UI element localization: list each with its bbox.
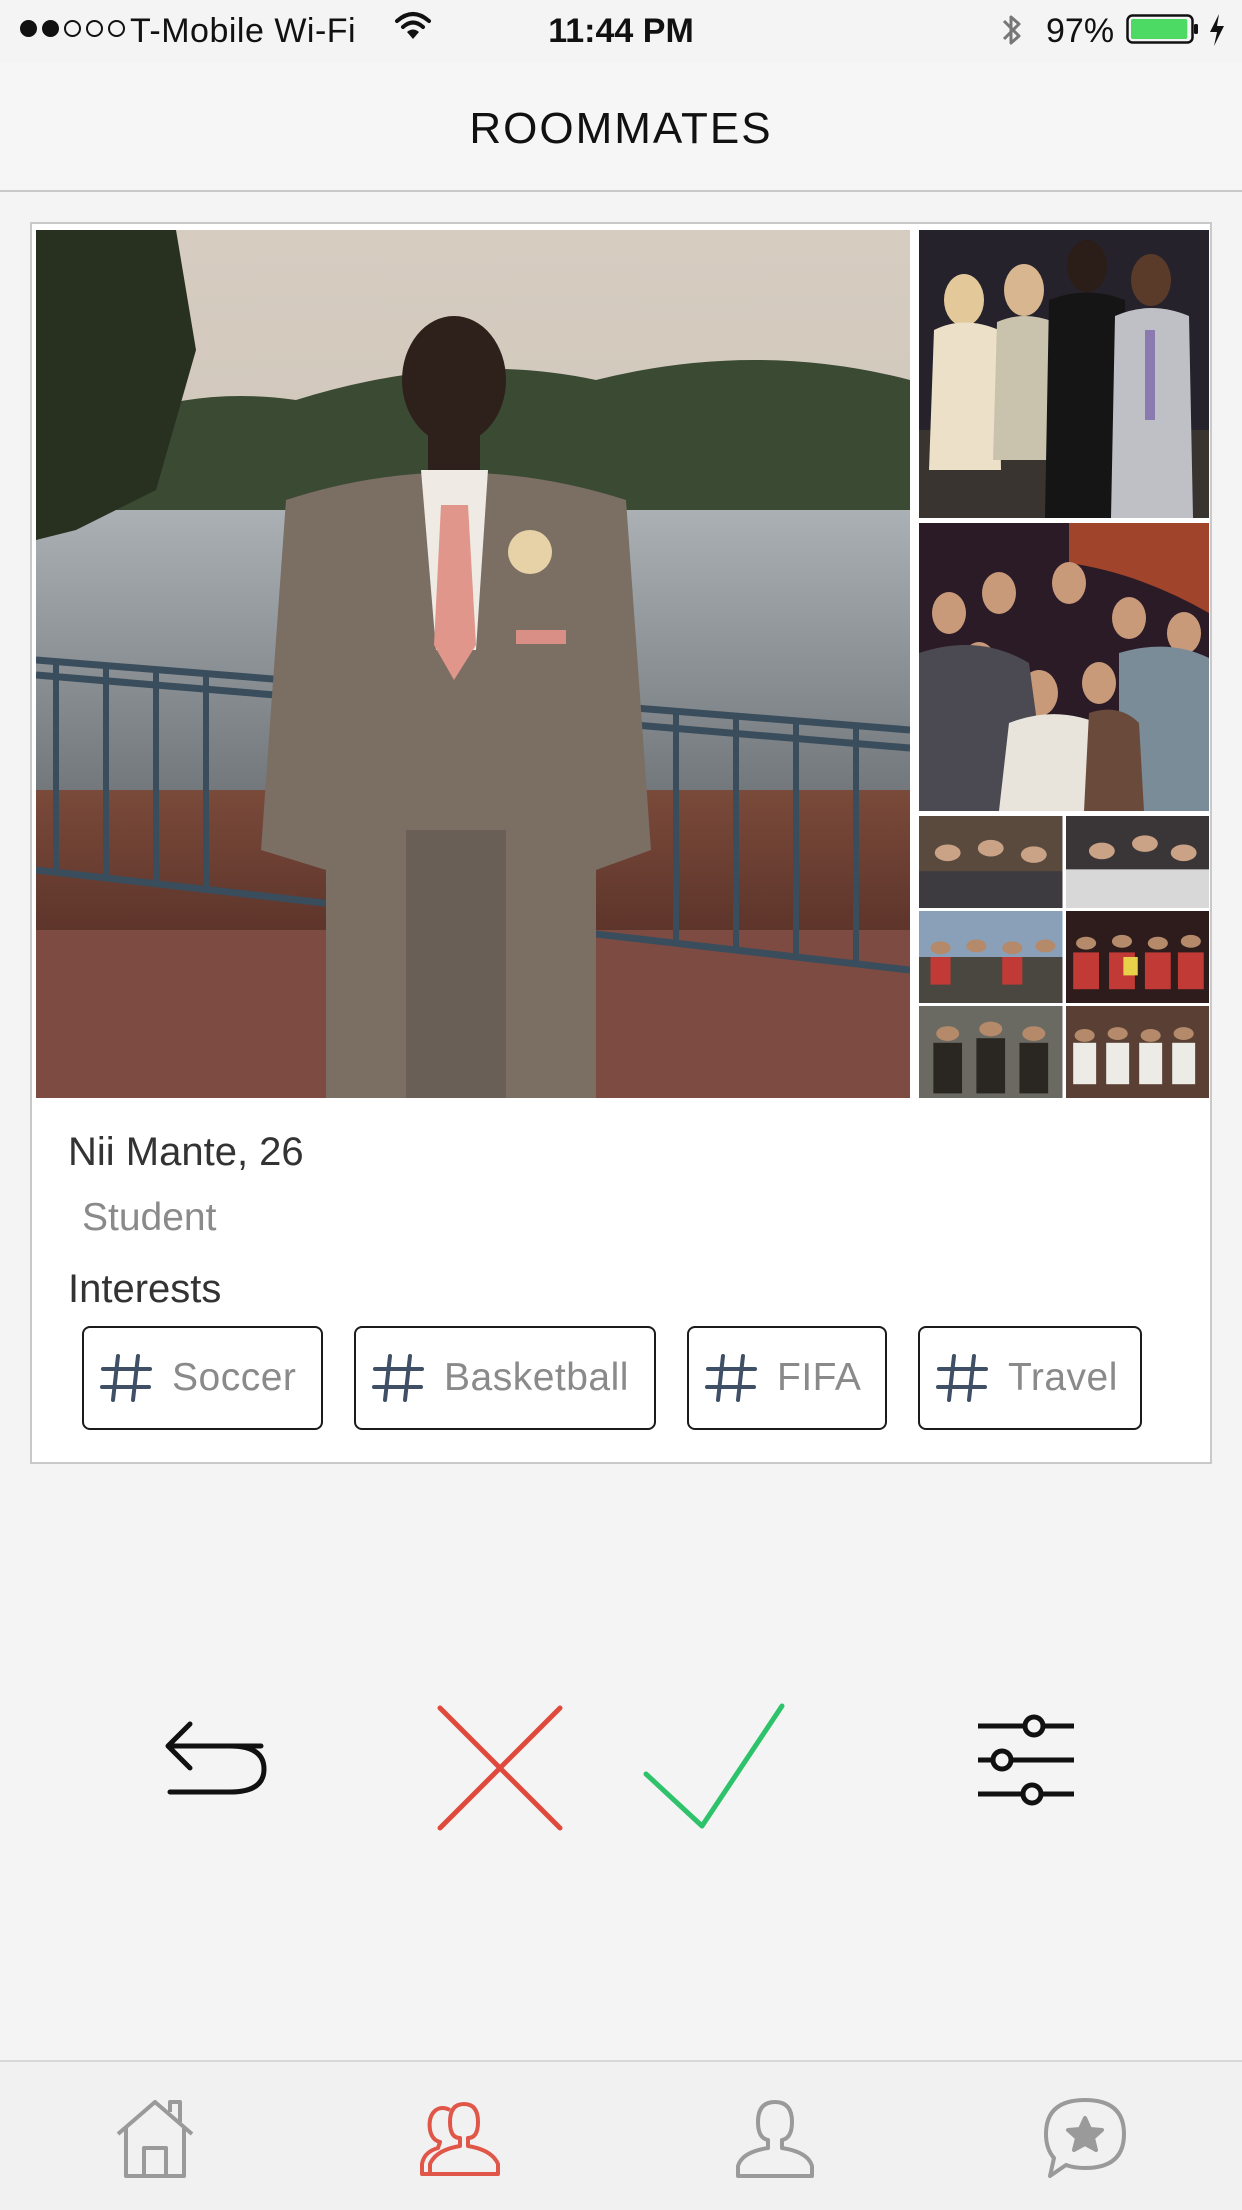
tab-chat[interactable] — [1040, 2094, 1130, 2184]
interest-tag-label: Basketball — [444, 1356, 629, 1399]
interest-tag-label: Travel — [1008, 1356, 1118, 1399]
profile-occupation: Student — [82, 1196, 217, 1239]
profile-icon — [736, 2100, 814, 2178]
charging-bolt-icon — [1210, 14, 1224, 46]
collage-tile — [919, 911, 1063, 1003]
navigation-bar: ROOMMATES — [0, 62, 1242, 192]
photo-collage[interactable] — [919, 816, 1209, 1098]
interest-tag-label: Soccer — [172, 1356, 297, 1399]
profile-name-age: Nii Mante, 26 — [68, 1130, 304, 1174]
filter-sliders-icon — [978, 1714, 1074, 1806]
tab-bar — [0, 2060, 1242, 2210]
interests-heading: Interests — [68, 1267, 222, 1311]
interest-tag-travel[interactable]: Travel — [918, 1326, 1142, 1430]
undo-arrow-icon — [165, 1721, 267, 1795]
interest-tag-basketball[interactable]: Basketball — [354, 1326, 656, 1430]
filter-button[interactable] — [974, 1712, 1078, 1812]
tab-profile[interactable] — [730, 2094, 820, 2184]
home-icon — [116, 2100, 194, 2178]
collage-tile — [1065, 816, 1209, 908]
roommates-icon — [420, 2102, 500, 2176]
interest-tag-label: FIFA — [777, 1356, 862, 1399]
tab-home[interactable] — [110, 2094, 200, 2184]
interest-tag-fifa[interactable]: FIFA — [687, 1326, 887, 1430]
reject-button[interactable] — [436, 1704, 564, 1832]
profile-card[interactable]: Nii Mante, 26 Student Interests Soccer B… — [30, 222, 1212, 1464]
bluetooth-icon — [1002, 15, 1021, 45]
group-photo-2[interactable] — [919, 523, 1209, 811]
hashtag-icon — [372, 1354, 424, 1402]
undo-button[interactable] — [160, 1712, 270, 1802]
battery-icon — [1126, 14, 1198, 44]
collage-tile — [1065, 1006, 1209, 1098]
collage-tile — [919, 1006, 1063, 1098]
collage-tile — [1065, 911, 1209, 1003]
hashtag-icon — [705, 1354, 757, 1402]
reject-x-icon — [437, 1705, 563, 1831]
hashtag-icon — [936, 1354, 988, 1402]
battery-percentage: 97% — [1046, 12, 1115, 50]
collage-tile — [919, 816, 1063, 908]
status-bar: T-Mobile Wi-Fi 11:44 PM 97% — [0, 0, 1242, 62]
group-photo-1[interactable] — [919, 230, 1209, 518]
page-title: ROOMMATES — [469, 104, 773, 153]
main-portrait-photo[interactable] — [36, 230, 910, 1098]
accept-check-icon — [643, 1703, 785, 1829]
hashtag-icon — [100, 1354, 152, 1402]
interest-tag-soccer[interactable]: Soccer — [82, 1326, 323, 1430]
chat-star-icon — [1044, 2098, 1126, 2178]
accept-button[interactable] — [642, 1698, 790, 1834]
tab-roommates[interactable] — [420, 2094, 510, 2184]
